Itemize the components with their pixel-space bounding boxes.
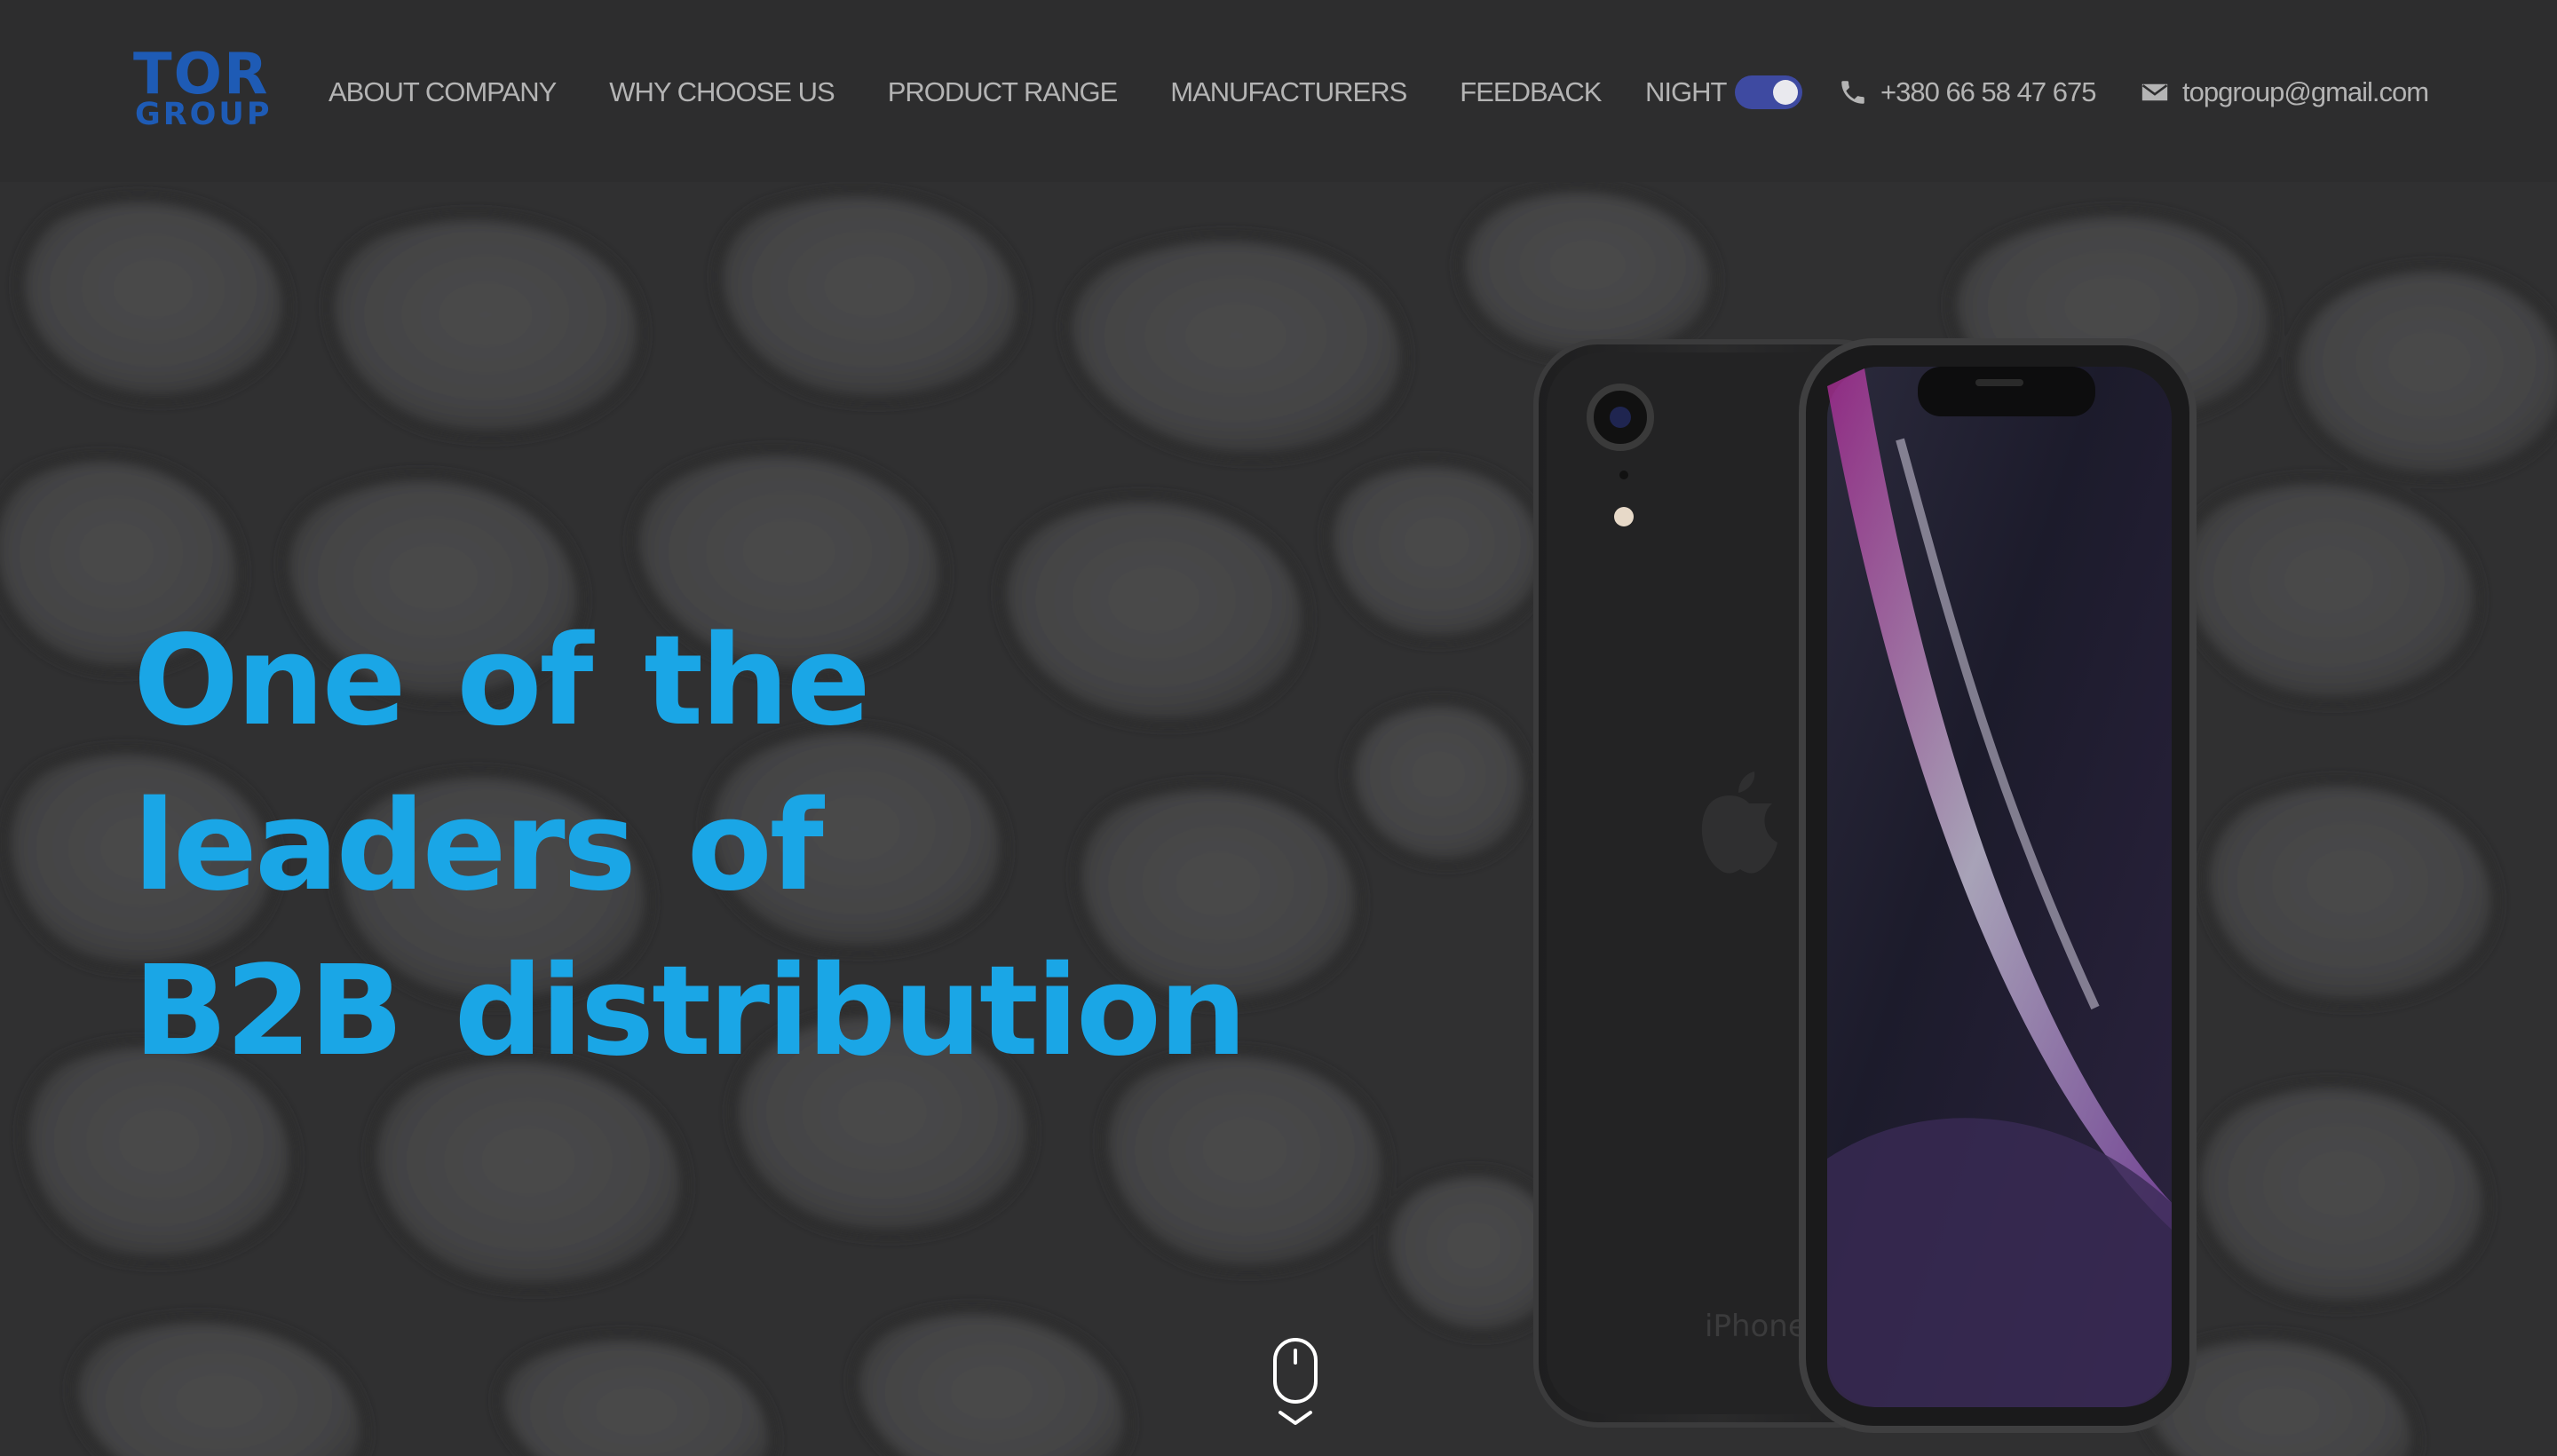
- smartphone-product-image: iPhone: [1533, 338, 2197, 1433]
- phone-link[interactable]: +380 66 58 47 675: [1838, 71, 2096, 114]
- nav-product-range[interactable]: PRODUCT RANGE: [888, 71, 1119, 114]
- scroll-down-button[interactable]: [1270, 1336, 1323, 1434]
- site-header: TOR GROUP ABOUT COMPANY WHY CHOOSE US PR…: [0, 0, 2557, 182]
- email-link[interactable]: topgroup@gmail.com: [2140, 71, 2429, 114]
- headline-line-3: B2B distribution: [133, 939, 1247, 1084]
- headline-line-1: One of the: [133, 609, 871, 754]
- phone-icon: [1841, 81, 1864, 104]
- hero-headline: One of the leaders of B2B distribution: [133, 599, 1247, 1095]
- nav-manufacturers[interactable]: MANUFACTURERS: [1170, 71, 1407, 114]
- night-mode-toggle[interactable]: [1735, 75, 1803, 109]
- main-navigation: ABOUT COMPANY WHY CHOOSE US PRODUCT RANG…: [329, 71, 1602, 114]
- headline-line-2: leaders of: [133, 774, 824, 919]
- logo-text-top: TOR: [133, 42, 270, 107]
- toggle-knob: [1773, 80, 1799, 105]
- hero-section: One of the leaders of B2B distribution i…: [0, 182, 2557, 1456]
- night-mode-switch: NIGHT: [1645, 71, 1803, 114]
- mouse-scroll-icon: [1273, 1338, 1318, 1425]
- nav-about-company[interactable]: ABOUT COMPANY: [329, 71, 557, 114]
- envelope-icon: [2141, 83, 2168, 101]
- night-mode-label: NIGHT: [1645, 76, 1727, 107]
- tor-group-logo[interactable]: TOR GROUP: [133, 42, 270, 135]
- phone-number: +380 66 58 47 675: [1880, 76, 2096, 107]
- nav-why-choose-us[interactable]: WHY CHOOSE US: [609, 71, 835, 114]
- email-address: topgroup@gmail.com: [2182, 76, 2429, 107]
- nav-feedback[interactable]: FEEDBACK: [1460, 71, 1602, 114]
- logo-text-bottom: GROUP: [135, 97, 273, 132]
- phone-back-branding: iPhone: [1705, 1309, 1807, 1344]
